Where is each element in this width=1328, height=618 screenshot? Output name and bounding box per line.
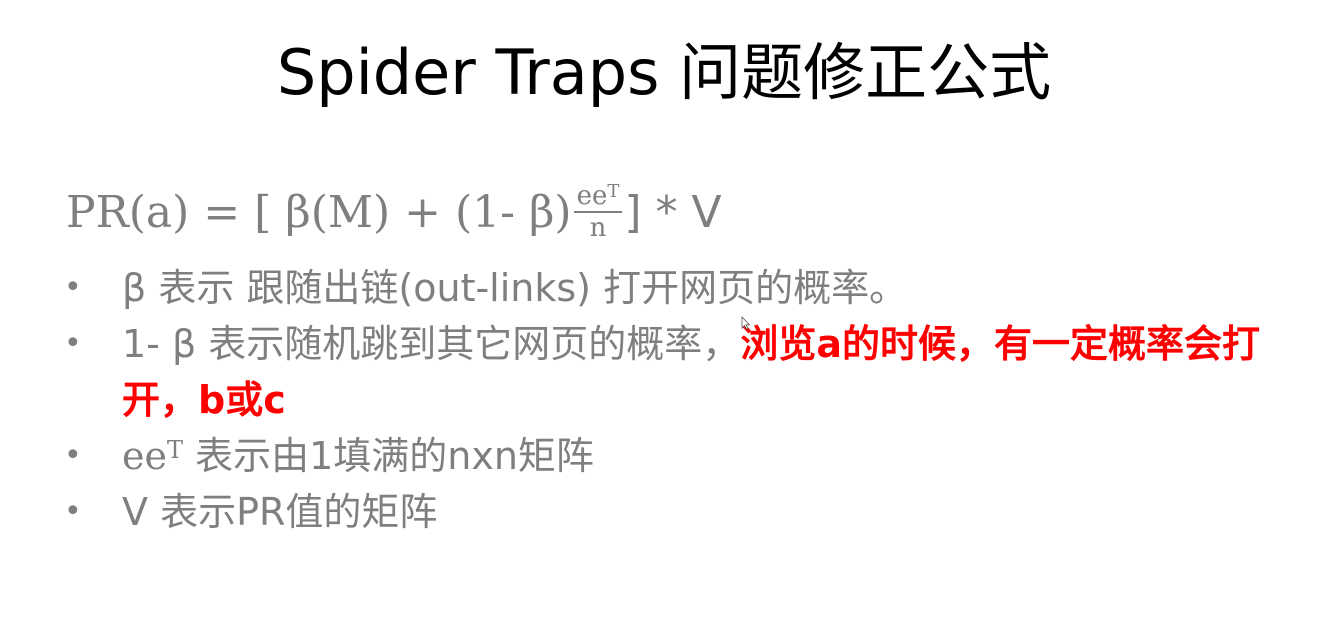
bullet-text: 表示由1填满的nxn矩阵 bbox=[183, 434, 594, 478]
numerator-text: ee bbox=[576, 181, 608, 211]
bullet-item: • eeT 表示由1填满的nxn矩阵 bbox=[60, 428, 1300, 484]
fraction-numerator: eeT bbox=[574, 181, 623, 211]
formula-fraction: eeT n bbox=[573, 181, 623, 243]
mouse-cursor-icon bbox=[741, 316, 751, 330]
bullet-list: • β 表示 跟随出链(out-links) 打开网页的概率。 • 1- β 表… bbox=[60, 260, 1300, 540]
bullet-dot: • bbox=[64, 326, 82, 361]
slide: Spider Traps 问题修正公式 PR(a) = [ β(M) + (1-… bbox=[0, 0, 1328, 618]
bullet-item: • 1- β 表示随机跳到其它网页的概率，浏览a的时候，有一定概率会打开，b或c bbox=[60, 316, 1300, 428]
bullet-dot: • bbox=[64, 438, 82, 473]
slide-title: Spider Traps 问题修正公式 bbox=[276, 36, 1052, 109]
bullet-text: V 表示PR值的矩阵 bbox=[122, 490, 438, 534]
formula-rhs: ] * V bbox=[624, 186, 722, 238]
bullet-prefix: ee bbox=[122, 434, 167, 478]
bullet-dot: • bbox=[64, 494, 82, 529]
bullet-item: • V 表示PR值的矩阵 bbox=[60, 484, 1300, 540]
numerator-superscript: T bbox=[607, 181, 620, 202]
bullet-text: 1- β 表示随机跳到其它网页的概率， bbox=[122, 322, 741, 366]
bullet-text: β 表示 跟随出链(out-links) 打开网页的概率。 bbox=[122, 266, 908, 310]
formula-lhs: PR(a) = [ β(M) + (1- β) bbox=[66, 186, 572, 238]
pagerank-formula: PR(a) = [ β(M) + (1- β) eeT n ] * V bbox=[66, 162, 722, 262]
bullet-prefix-superscript: T bbox=[166, 436, 183, 464]
bullet-item: • β 表示 跟随出链(out-links) 打开网页的概率。 bbox=[60, 260, 1300, 316]
fraction-denominator: n bbox=[589, 213, 607, 243]
bullet-dot: • bbox=[64, 270, 82, 305]
